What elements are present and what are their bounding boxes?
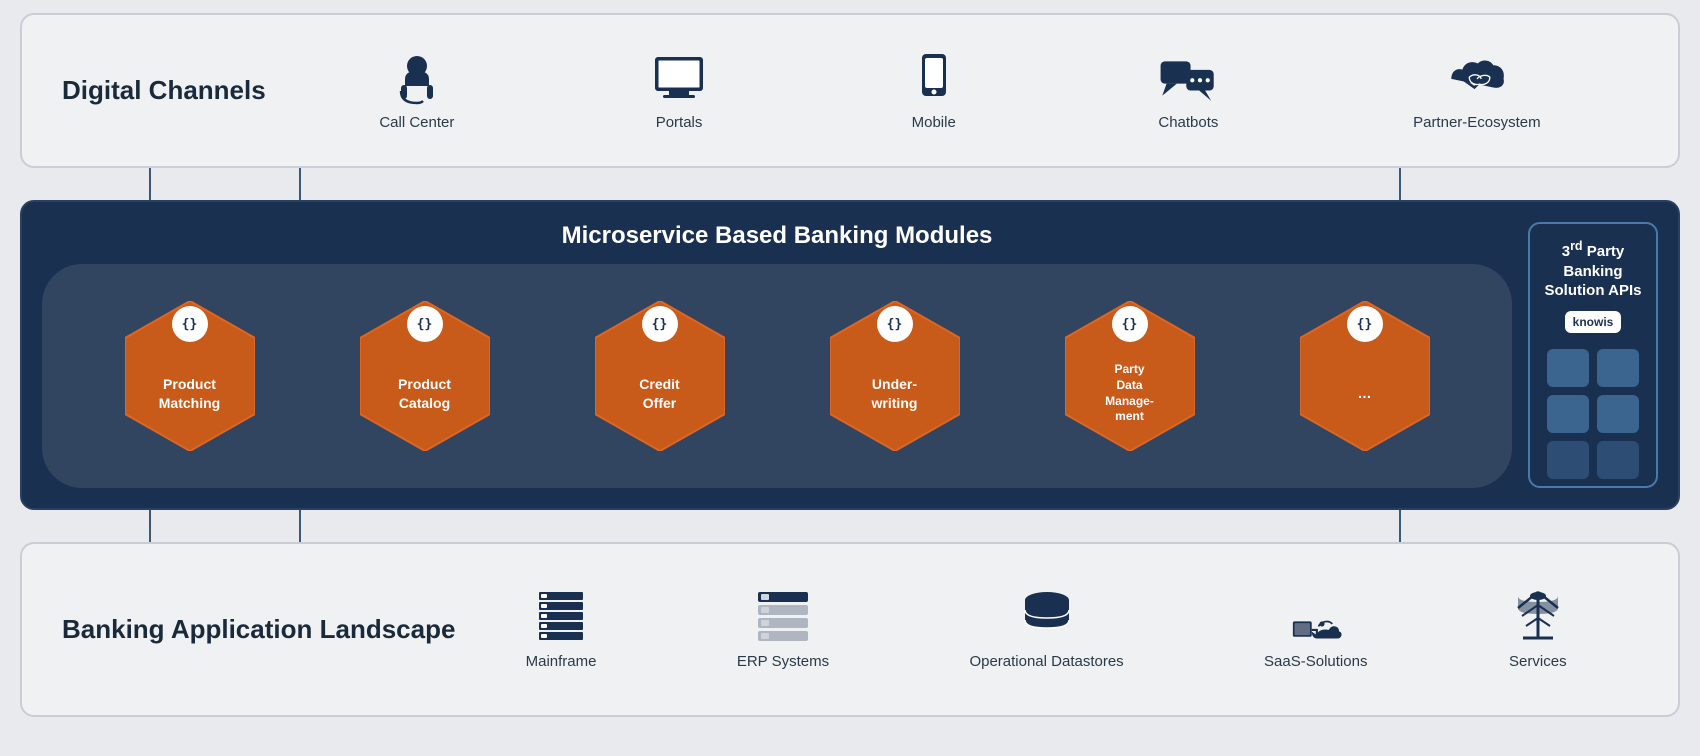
partner-ecosystem-label: Partner-Ecosystem [1413, 114, 1541, 131]
call-center-icon [387, 51, 447, 106]
channel-mobile: Mobile [904, 51, 964, 131]
hex-party-data-shape: {} PartyDataManage-ment [1065, 301, 1195, 451]
api-grid [1547, 349, 1639, 479]
portals-label: Portals [656, 114, 703, 131]
banking-landscape-title: Banking Application Landscape [62, 613, 455, 647]
module-product-catalog: {} ProductCatalog [350, 301, 500, 451]
microservice-title: Microservice Based Banking Modules [42, 222, 1512, 250]
hex-badge-underwriting: {} [877, 306, 913, 342]
bottom-connector-row [20, 510, 1680, 542]
module-more: {} … [1290, 301, 1440, 451]
module-party-data: {} PartyDataManage-ment [1055, 301, 1205, 451]
saas-solutions-icon [1286, 590, 1346, 645]
middle-inner: Microservice Based Banking Modules {} Pr… [42, 222, 1658, 488]
hex-more-shape: {} … [1300, 301, 1430, 451]
banking-landscape-section: Banking Application Landscape [20, 542, 1680, 717]
landscape-operational: Operational Datastores [969, 590, 1123, 670]
portals-icon [649, 51, 709, 106]
mainframe-icon [531, 590, 591, 645]
api-block-3 [1547, 395, 1589, 433]
channel-portals: Portals [649, 51, 709, 131]
third-party-section: 3rd PartyBankingSolution APIs knowis [1528, 222, 1658, 488]
digital-channels-title: Digital Channels [62, 75, 282, 106]
hex-product-catalog-shape: {} ProductCatalog [360, 301, 490, 451]
call-center-label: Call Center [379, 114, 454, 131]
hex-label-product-matching: ProductMatching [159, 375, 220, 411]
api-block-1 [1547, 349, 1589, 387]
chatbots-label: Chatbots [1158, 114, 1218, 131]
channel-call-center: Call Center [379, 51, 454, 131]
channels-icons-group: Call Center Portals [282, 51, 1638, 131]
hex-credit-offer-shape: {} CreditOffer [595, 301, 725, 451]
hex-label-credit-offer: CreditOffer [639, 375, 679, 411]
module-product-matching: {} ProductMatching [115, 301, 265, 451]
mobile-icon [904, 51, 964, 106]
hex-badge-credit-offer: {} [642, 306, 678, 342]
landscape-services: Services [1508, 590, 1568, 670]
erp-systems-icon [753, 590, 813, 645]
knowis-logo: knowis [1565, 311, 1622, 333]
landscape-saas: SaaS-Solutions [1264, 590, 1367, 670]
hex-badge-product-catalog: {} [407, 306, 443, 342]
hex-label-more: … [1358, 384, 1372, 402]
landscape-erp: ERP Systems [737, 590, 829, 670]
mainframe-label: Mainframe [526, 653, 597, 670]
hex-product-matching-shape: {} ProductMatching [125, 301, 255, 451]
api-block-5 [1547, 441, 1589, 479]
api-block-4 [1597, 395, 1639, 433]
erp-label: ERP Systems [737, 653, 829, 670]
modules-container: Microservice Based Banking Modules {} Pr… [42, 222, 1512, 488]
api-block-2 [1597, 349, 1639, 387]
microservice-section: Microservice Based Banking Modules {} Pr… [20, 200, 1680, 510]
partner-ecosystem-icon [1447, 51, 1507, 106]
top-connector-row [20, 168, 1680, 200]
landscape-mainframe: Mainframe [526, 590, 597, 670]
hex-label-product-catalog: ProductCatalog [398, 375, 451, 411]
saas-label: SaaS-Solutions [1264, 653, 1367, 670]
hex-underwriting-shape: {} Under-writing [830, 301, 960, 451]
chatbots-icon [1158, 51, 1218, 106]
main-container: Digital Channels Call Center [20, 13, 1680, 743]
digital-channels-section: Digital Channels Call Center [20, 13, 1680, 168]
hex-badge-party-data: {} [1112, 306, 1148, 342]
hex-badge-more: {} [1347, 306, 1383, 342]
module-underwriting: {} Under-writing [820, 301, 970, 451]
hex-label-party-data: PartyDataManage-ment [1105, 362, 1154, 424]
module-credit-offer: {} CreditOffer [585, 301, 735, 451]
channel-partner-ecosystem: Partner-Ecosystem [1413, 51, 1541, 131]
hex-label-underwriting: Under-writing [872, 375, 918, 411]
services-icon [1508, 590, 1568, 645]
hex-badge-product-matching: {} [172, 306, 208, 342]
operational-label: Operational Datastores [969, 653, 1123, 670]
modules-inner-box: {} ProductMatching {} ProductCatalog [42, 264, 1512, 488]
channel-chatbots: Chatbots [1158, 51, 1218, 131]
operational-datastores-icon [1017, 590, 1077, 645]
mobile-label: Mobile [912, 114, 956, 131]
api-block-6 [1597, 441, 1639, 479]
services-label: Services [1509, 653, 1567, 670]
third-party-title: 3rd PartyBankingSolution APIs [1545, 238, 1642, 301]
landscape-icons-group: Mainframe ERP Systems [455, 590, 1638, 670]
